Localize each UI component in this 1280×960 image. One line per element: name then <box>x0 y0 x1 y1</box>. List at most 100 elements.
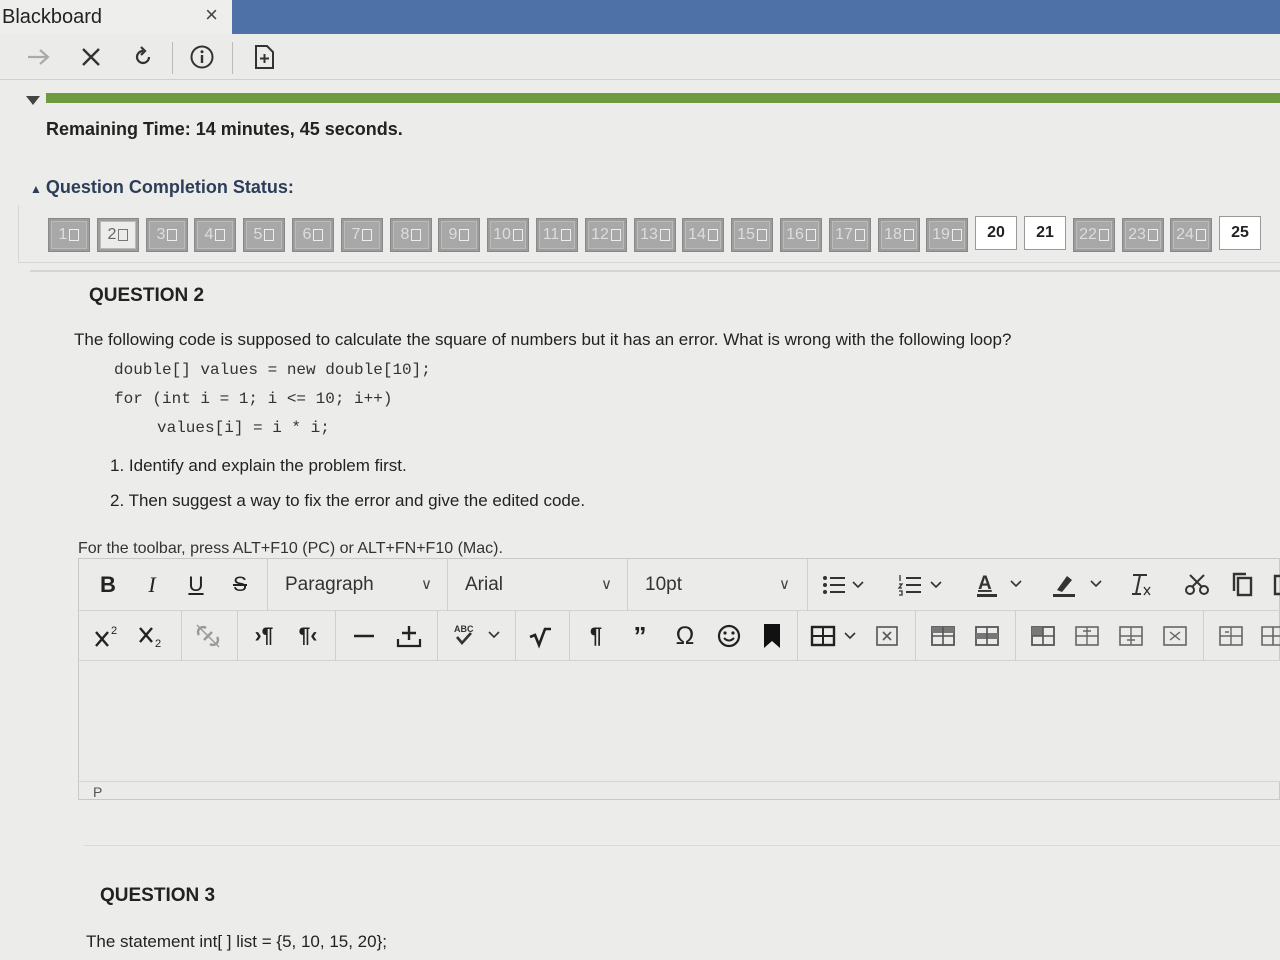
underline-button[interactable]: U <box>183 571 209 599</box>
answer-saved-icon <box>756 229 767 241</box>
bookmark-icon <box>764 624 780 648</box>
table-row-after-button[interactable] <box>973 621 1001 651</box>
table-split-button[interactable] <box>1259 621 1280 651</box>
copy-button[interactable] <box>1229 569 1257 601</box>
question-nav-button-15[interactable]: 15 <box>731 218 773 252</box>
delete-table-icon <box>876 626 898 646</box>
reload-icon[interactable] <box>128 42 158 72</box>
tab-close-button[interactable]: × <box>205 2 218 28</box>
italic-button[interactable]: I <box>139 571 165 599</box>
toolbar-separator <box>237 611 238 661</box>
question-nav-button-4[interactable]: 4 <box>194 218 236 252</box>
toolbar-separator <box>515 611 516 661</box>
paste-button[interactable] <box>1271 569 1280 601</box>
question-nav-button-14[interactable]: 14 <box>682 218 724 252</box>
question-nav-button-7[interactable]: 7 <box>341 218 383 252</box>
question-nav-button-23[interactable]: 23 <box>1122 218 1164 252</box>
anchor-button[interactable] <box>759 621 785 651</box>
table-row-before-button[interactable] <box>929 621 957 651</box>
question-nav-inner: 11 <box>539 221 575 249</box>
question-nav-button-11[interactable]: 11 <box>536 218 578 252</box>
question-nav-button-20[interactable]: 20 <box>975 216 1017 250</box>
highlighter-icon <box>1053 576 1102 597</box>
table-button[interactable] <box>809 621 861 651</box>
horizontal-line-button[interactable] <box>351 623 377 649</box>
rtl-button[interactable]: ¶‹ <box>295 623 321 649</box>
answer-saved-icon <box>118 229 129 241</box>
bookmark-add-icon[interactable] <box>249 42 279 72</box>
remaining-time: Remaining Time: 14 minutes, 45 seconds. <box>46 119 403 140</box>
question-nav-inner: 21 <box>1027 219 1063 247</box>
table-cell-props-button[interactable] <box>1161 621 1189 651</box>
numbered-list-button[interactable] <box>897 571 947 599</box>
question-nav-button-17[interactable]: 17 <box>829 218 871 252</box>
bullet-list-button[interactable] <box>821 571 869 599</box>
paragraph-format-dropdown[interactable]: Paragraph ∨ <box>285 567 435 603</box>
text-color-button[interactable]: A <box>975 569 1029 601</box>
time-progress-bar <box>46 93 1280 103</box>
ltr-icon: ›¶ <box>254 624 274 647</box>
subscript-button[interactable]: 2 <box>137 621 167 651</box>
highlight-color-button[interactable] <box>1051 569 1107 601</box>
blockquote-button[interactable]: ” <box>627 621 653 651</box>
insert-content-button[interactable] <box>395 621 423 651</box>
question-number: 5 <box>253 226 263 243</box>
question-nav-button-18[interactable]: 18 <box>878 218 920 252</box>
show-blocks-button[interactable]: ¶ <box>583 623 609 649</box>
question-nav-button-25[interactable]: 25 <box>1219 216 1261 250</box>
table-merge-button[interactable] <box>1217 621 1245 651</box>
question-nav-button-9[interactable]: 9 <box>438 218 480 252</box>
question-nav-button-19[interactable]: 19 <box>926 218 968 252</box>
delete-table-button[interactable] <box>873 621 901 651</box>
smiley-icon <box>717 624 741 648</box>
superscript-button[interactable]: 2 <box>93 621 123 651</box>
clear-formatting-button[interactable] <box>1127 569 1155 601</box>
question-nav-inner: 19 <box>929 221 965 249</box>
question-nav-button-13[interactable]: 13 <box>634 218 676 252</box>
spellcheck-button[interactable]: ABC <box>451 621 509 651</box>
font-size-dropdown[interactable]: 10pt ∨ <box>645 567 795 603</box>
table-cell-icon <box>1163 626 1187 646</box>
question-nav-button-2[interactable]: 2 <box>97 218 139 252</box>
editor-content-area[interactable] <box>79 661 1280 781</box>
question-completion-status[interactable]: ▲ Question Completion Status: <box>30 177 294 198</box>
tab-title: Blackboard <box>2 5 103 28</box>
math-button[interactable] <box>527 621 555 651</box>
ltr-button[interactable]: ›¶ <box>251 623 277 649</box>
editor-path-bar: P <box>79 781 1280 801</box>
question-nav-button-24[interactable]: 24 <box>1170 218 1212 252</box>
special-character-button[interactable]: Ω <box>671 621 699 651</box>
clear-formatting-icon <box>1132 574 1151 596</box>
table-col-after-button[interactable] <box>1073 621 1101 651</box>
toolbar-separator <box>915 611 916 661</box>
stop-icon[interactable] <box>76 42 106 72</box>
question-nav-button-8[interactable]: 8 <box>390 218 432 252</box>
question-nav-button-3[interactable]: 3 <box>146 218 188 252</box>
question-nav-inner: 20 <box>978 219 1014 247</box>
question-nav-button-12[interactable]: 12 <box>585 218 627 252</box>
question-nav-button-1[interactable]: 1 <box>48 218 90 252</box>
strikethrough-button[interactable]: S <box>227 571 253 599</box>
question-nav-button-22[interactable]: 22 <box>1073 218 1115 252</box>
font-family-dropdown[interactable]: Arial ∨ <box>465 567 615 603</box>
question-number: 18 <box>884 226 902 243</box>
question-nav-button-21[interactable]: 21 <box>1024 216 1066 250</box>
question-nav-button-10[interactable]: 10 <box>487 218 529 252</box>
bullet-list-icon <box>823 576 864 594</box>
emoticon-button[interactable] <box>715 621 743 651</box>
table-row-icon <box>931 626 955 646</box>
bold-button[interactable]: B <box>95 571 121 599</box>
question-nav-button-6[interactable]: 6 <box>292 218 334 252</box>
unlink-button[interactable] <box>193 621 223 651</box>
answer-saved-icon <box>659 229 670 241</box>
info-icon[interactable] <box>187 42 217 72</box>
collapse-toggle-icon[interactable] <box>26 96 40 105</box>
cut-button[interactable] <box>1183 569 1211 601</box>
code-line: for (int i = 1; i <= 10; i++) <box>114 390 393 408</box>
browser-tab[interactable]: Blackboard × <box>0 0 232 34</box>
table-delete-col-button[interactable] <box>1117 621 1145 651</box>
question-nav-button-5[interactable]: 5 <box>243 218 285 252</box>
question-nav-button-16[interactable]: 16 <box>780 218 822 252</box>
table-col-before-button[interactable] <box>1029 621 1057 651</box>
forward-icon[interactable] <box>24 42 54 72</box>
